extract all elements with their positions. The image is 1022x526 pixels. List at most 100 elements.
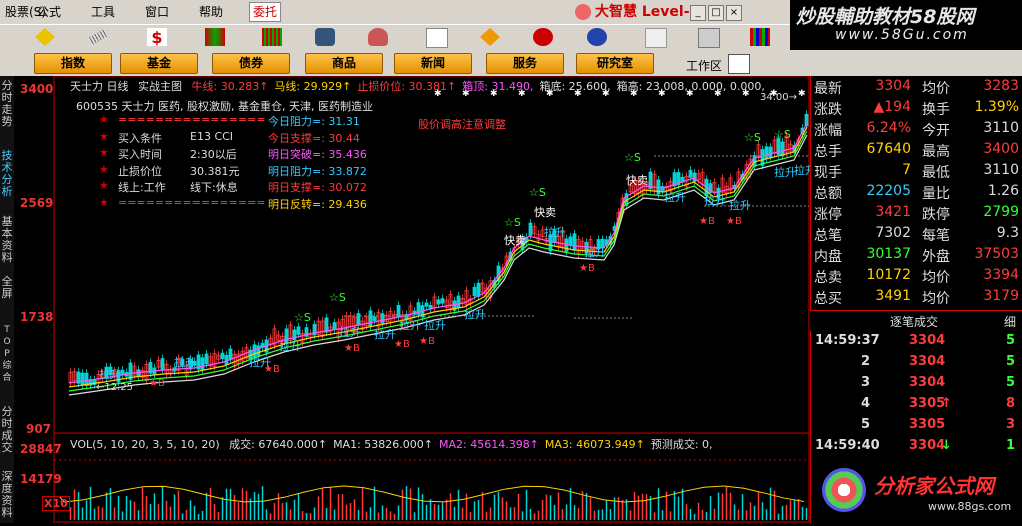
quote-value: 3179 <box>983 288 1019 304</box>
candle <box>204 353 209 365</box>
service-button[interactable]: 服务 <box>486 53 564 74</box>
quote-label: 最低 <box>922 165 950 181</box>
candle <box>332 322 337 330</box>
quote-label: 内盘 <box>814 249 842 265</box>
research-button[interactable]: 研究室 <box>576 53 654 74</box>
ruler-icon[interactable] <box>87 28 109 46</box>
candle <box>372 316 377 321</box>
buy-signal-label: ★B <box>699 216 715 227</box>
binoculars-icon[interactable] <box>315 28 335 46</box>
info-star-icon: ★ <box>99 162 109 176</box>
tick-row: 4 3305 ↑ 8 <box>815 396 1015 417</box>
candle <box>572 233 577 251</box>
workspace-icon[interactable] <box>728 54 750 74</box>
tab-top[interactable]: TOP综合 <box>1 324 13 384</box>
candle <box>436 299 441 305</box>
sell-signal-label: ☆S <box>774 128 791 141</box>
dollar-icon[interactable]: $ <box>147 28 167 47</box>
quote-row: 现手 7 最低 3110 <box>814 162 1019 183</box>
lift-label: 拉升 <box>174 355 196 369</box>
news-button[interactable]: 新闻 <box>394 53 472 74</box>
candle <box>200 357 205 370</box>
buy-signal-label: ★B <box>344 343 360 354</box>
info-level: 明日突破=: 35.436 <box>268 148 367 161</box>
calculator-icon[interactable] <box>698 28 720 48</box>
quote-value: 2799 <box>983 204 1019 220</box>
info-star-icon: ★ <box>99 146 109 159</box>
candle <box>256 345 261 357</box>
watermark-bottom-title: 分析家公式网 <box>874 474 994 498</box>
workspace-label[interactable]: 工作区 <box>686 57 722 74</box>
move-icon[interactable] <box>35 28 55 46</box>
ticks-detail-button[interactable]: 细 <box>1004 313 1016 330</box>
volume-header-value: MA3: 46073.949↑ <box>544 438 645 451</box>
bell-icon[interactable] <box>368 28 388 46</box>
buy-signal-label: ★B <box>394 339 410 350</box>
lift-label: 拉升 <box>424 318 446 332</box>
quote-row: 总买 3491 均价 3179 <box>814 288 1019 309</box>
candle <box>440 298 445 304</box>
tick-price: 3304 <box>909 333 946 348</box>
close-icon[interactable]: × <box>726 5 742 21</box>
globe-icon[interactable] <box>587 28 607 46</box>
buy-signal-label: ★B <box>419 336 435 347</box>
tick-time: 14:59:40 <box>815 438 880 453</box>
tab-fullscreen[interactable]: 全屏 <box>1 276 13 300</box>
menu-tools[interactable]: 工具 <box>88 3 118 21</box>
lift-label: 拉升 <box>374 327 396 341</box>
menu-trade[interactable]: 委托 <box>249 2 282 22</box>
brand-title: 大智慧 Level-2 <box>575 2 699 22</box>
index-button[interactable]: 指数 <box>34 53 112 74</box>
lift-label: 拉升 <box>544 225 566 239</box>
info-star-icon: ★ <box>99 129 109 143</box>
menu-formula[interactable]: 公式 <box>34 3 64 21</box>
sell-label: 快卖 <box>534 206 556 219</box>
books-icon[interactable] <box>750 28 770 46</box>
tick-volume: 5 <box>1005 333 1015 348</box>
tab-depth[interactable]: 深度资料 <box>1 471 13 519</box>
restore-icon[interactable]: □ <box>708 5 724 21</box>
info-star-icon: ★ <box>99 113 109 126</box>
bond-button[interactable]: 债券 <box>212 53 290 74</box>
document-icon[interactable] <box>426 28 448 48</box>
chart-header-value: 箱顶: 31.490, <box>462 80 534 93</box>
commodity-button[interactable]: 商品 <box>305 53 383 74</box>
quote-label: 总买 <box>814 291 842 307</box>
quote-value: 10172 <box>866 267 911 283</box>
tab-intraday[interactable]: 分时走势 <box>1 80 13 128</box>
kline-icon[interactable] <box>205 28 225 46</box>
bars-icon[interactable] <box>262 28 282 46</box>
quote-value: 67640 <box>866 141 911 157</box>
tab-technical[interactable]: 技术分析 <box>1 150 13 198</box>
info-star-icon: ★ <box>99 179 109 192</box>
info-level: 明日反转=: 29.436 <box>268 197 367 211</box>
candle <box>780 141 785 157</box>
quote-row: 内盘 30137 外盘 37503 <box>814 246 1019 267</box>
indicator-name[interactable]: 实战主图 <box>138 80 182 93</box>
menu-window[interactable]: 窗口 <box>142 3 172 21</box>
quote-row: 涨停 3421 跌停 2799 <box>814 204 1019 225</box>
quote-row: 总笔 7302 每笔 9.3 <box>814 225 1019 246</box>
printer-icon[interactable] <box>645 28 667 48</box>
candle <box>220 352 225 360</box>
chart-header-value: 马线: 29.929↑ <box>274 80 352 93</box>
tick-time: 2 <box>861 354 871 369</box>
y-axis-label: 1738 <box>20 310 54 324</box>
lift-label: 拉升 <box>339 325 361 339</box>
quote-row: 总手 67640 最高 3400 <box>814 141 1019 162</box>
fund-button[interactable]: 基金 <box>120 53 198 74</box>
warning-icon[interactable] <box>480 28 500 46</box>
buy-signal-label: ★B <box>149 378 165 389</box>
minimize-icon[interactable]: _ <box>690 5 706 21</box>
tick-time: 4 <box>861 396 871 411</box>
alert-icon[interactable] <box>533 28 553 46</box>
volume-ma-line <box>58 485 805 503</box>
tab-fundamentals[interactable]: 基本资料 <box>1 216 13 264</box>
ma-line-yellow <box>68 126 808 388</box>
menu-help[interactable]: 帮助 <box>196 3 226 21</box>
candle <box>368 310 373 327</box>
tab-ticks[interactable]: 分时成交 <box>1 406 13 454</box>
candle <box>768 146 773 158</box>
quote-label: 总笔 <box>814 228 842 244</box>
candle <box>688 169 693 178</box>
